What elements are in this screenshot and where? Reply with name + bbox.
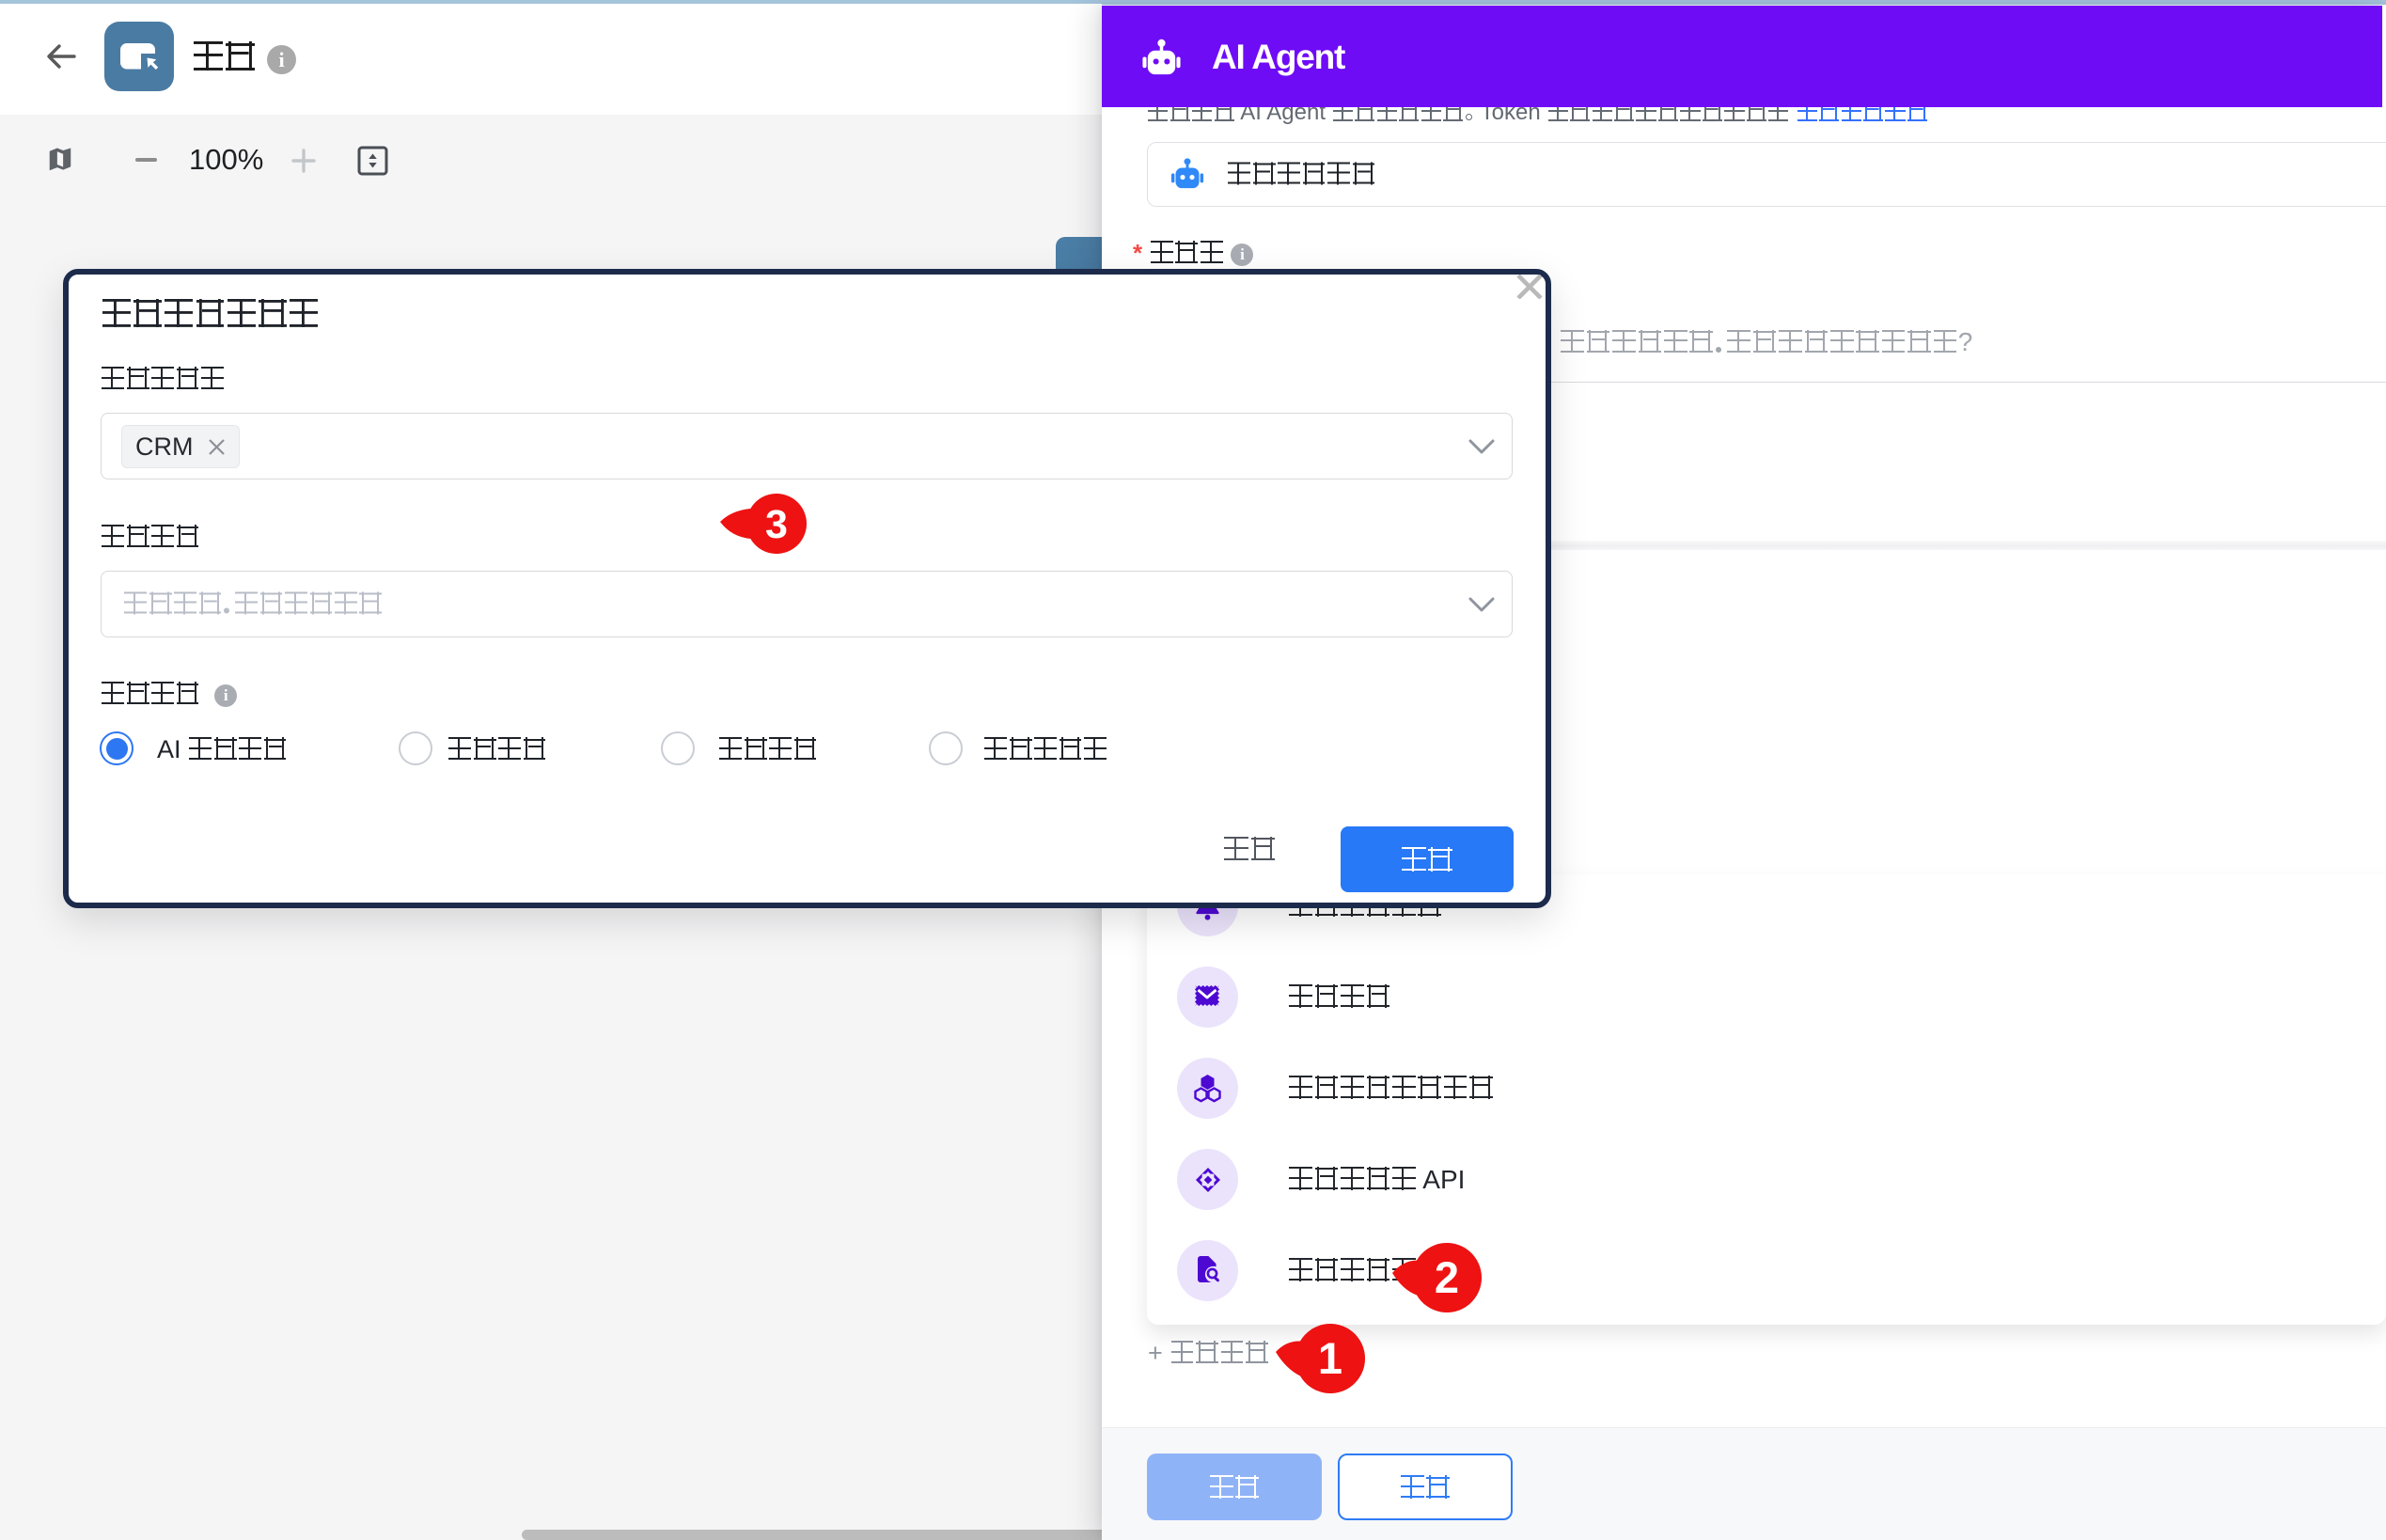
svg-text:2: 2 (1435, 1252, 1459, 1302)
svg-text:3: 3 (765, 502, 788, 547)
svg-text:1: 1 (1318, 1333, 1342, 1383)
